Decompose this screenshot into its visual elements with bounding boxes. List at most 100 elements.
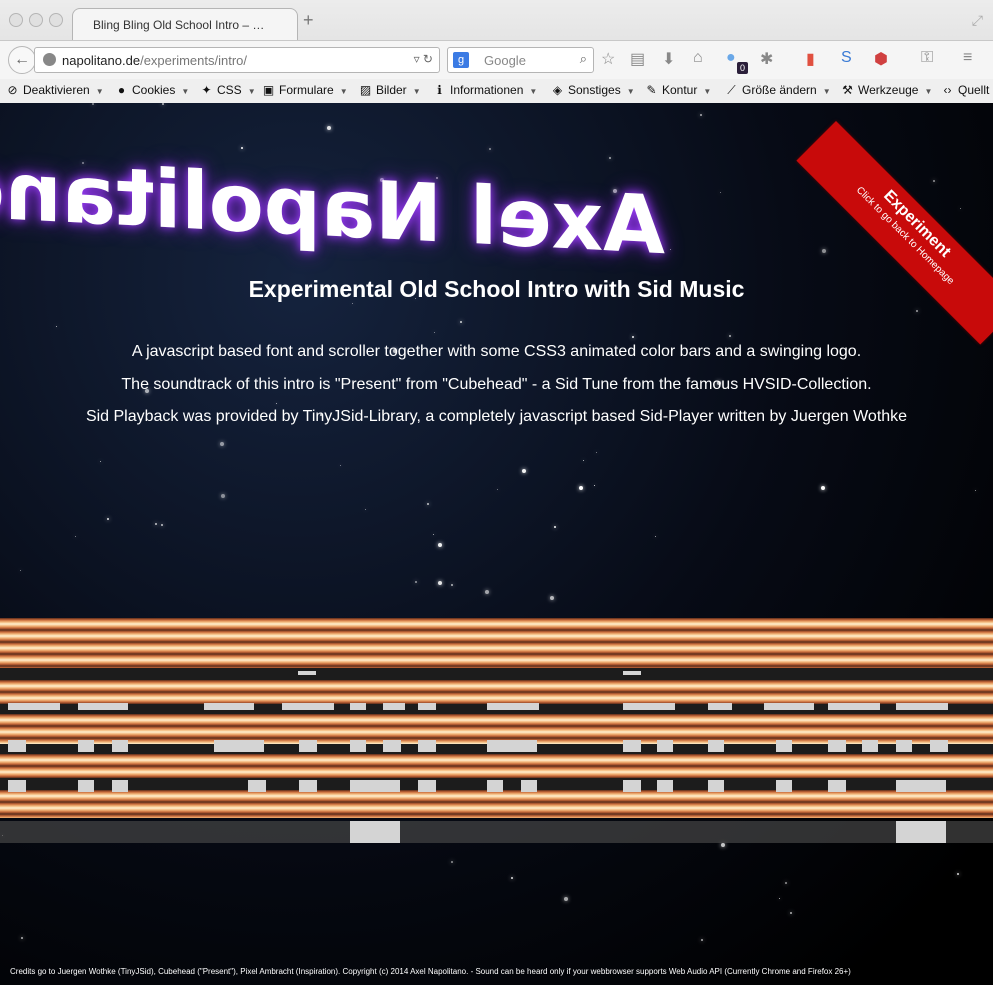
star	[327, 126, 331, 130]
font-block	[657, 780, 673, 792]
tab-active[interactable]: Bling Bling Old School Intro – …	[72, 8, 298, 41]
reload-icon[interactable]: ▿ ↻	[414, 52, 433, 66]
star	[21, 937, 23, 939]
google-icon[interactable]: g	[453, 52, 469, 68]
bm-groesse-aendern[interactable]: ⟋ Größe ändern ▼	[725, 83, 830, 98]
search-bar[interactable]: g Google ⌕	[447, 47, 594, 73]
magic-wand-icon: ✦	[201, 83, 212, 97]
home-icon[interactable]: ⌂	[693, 49, 703, 67]
fullscreen-icon[interactable]: ⤢	[972, 12, 983, 29]
color-bar	[0, 618, 993, 668]
star	[20, 570, 21, 571]
star	[583, 460, 584, 461]
new-tab-button[interactable]: +	[303, 11, 314, 29]
bm-cookies[interactable]: ● Cookies ▼	[115, 83, 189, 97]
font-block	[78, 703, 128, 710]
star	[56, 326, 57, 327]
minimize-window-button[interactable]	[29, 13, 43, 27]
font-block	[487, 740, 537, 752]
star	[276, 403, 277, 404]
star	[241, 147, 243, 149]
font-block	[214, 740, 264, 752]
font-block	[896, 780, 946, 792]
zoom-window-button[interactable]	[49, 13, 63, 27]
bookmarks-toolbar: ⊘ Deaktivieren ▼ ● Cookies ▼ ✦ CSS ▼ ▣ Formular…	[0, 79, 993, 103]
star	[100, 461, 101, 462]
font-block	[708, 780, 724, 792]
font-block	[418, 703, 436, 710]
star	[655, 536, 656, 537]
star	[609, 157, 611, 159]
star	[960, 208, 961, 209]
scroller-glyph	[350, 821, 400, 843]
addon-icon[interactable]: ▮	[806, 49, 815, 69]
s-addon-icon[interactable]: S	[841, 49, 852, 67]
star	[433, 534, 434, 535]
bm-css[interactable]: ✦ CSS ▼	[200, 83, 255, 97]
clipboard-icon: ▣	[262, 83, 275, 97]
font-block	[776, 780, 792, 792]
font-block	[708, 703, 732, 710]
font-block	[248, 780, 266, 792]
ghostery-icon[interactable]: ●	[726, 49, 736, 67]
star	[596, 452, 597, 453]
star	[594, 485, 595, 486]
font-block	[487, 780, 503, 792]
bm-deaktivieren[interactable]: ⊘ Deaktivieren ▼	[6, 83, 103, 97]
url-bar[interactable]: napolitano.de/experiments/intro/ ▿ ↻	[34, 47, 440, 73]
menu-icon[interactable]: ≡	[963, 49, 972, 67]
font-block	[828, 703, 880, 710]
font-block	[828, 780, 846, 792]
swinging-logo: Axel Napolitano	[0, 141, 665, 273]
adblock-icon[interactable]: ⬢	[874, 49, 888, 69]
bookmarks-menu-icon[interactable]: ▤	[630, 49, 645, 69]
font-block	[112, 740, 128, 752]
star	[162, 103, 164, 105]
font-block	[487, 703, 539, 710]
wrench-icon: ⚒	[842, 83, 853, 97]
font-block	[8, 780, 26, 792]
font-block	[299, 740, 317, 752]
star	[975, 490, 976, 491]
search-placeholder: Google	[484, 53, 526, 68]
bm-sonstiges[interactable]: ◈ Sonstiges ▼	[551, 83, 635, 97]
font-block	[298, 671, 316, 675]
back-button[interactable]: ←	[8, 46, 36, 74]
font-block	[112, 780, 128, 792]
star	[485, 590, 489, 594]
star	[550, 596, 554, 600]
experiment-ribbon[interactable]: Experiment Click to go back to Homepage	[796, 121, 993, 345]
font-block	[657, 740, 673, 752]
bm-werkzeuge[interactable]: ⚒ Werkzeuge ▼	[841, 83, 932, 97]
search-icon[interactable]: ⌕	[580, 51, 587, 67]
font-block	[623, 703, 675, 710]
star	[340, 465, 341, 466]
star	[365, 509, 366, 510]
star	[511, 877, 513, 879]
star	[821, 486, 825, 490]
font-block	[8, 703, 60, 710]
star	[790, 912, 792, 914]
font-block	[204, 703, 254, 710]
bm-quelltext[interactable]: ‹› Quellt	[941, 83, 990, 97]
downloads-icon[interactable]: ⬇	[662, 49, 675, 69]
star	[579, 486, 583, 490]
star	[438, 543, 442, 547]
bm-bilder[interactable]: ▨ Bilder ▼	[359, 83, 421, 97]
font-block	[383, 703, 405, 710]
star	[107, 518, 109, 520]
close-window-button[interactable]	[9, 13, 23, 27]
bm-formulare[interactable]: ▣ Formulare ▼	[262, 83, 348, 97]
star	[933, 180, 935, 182]
bookmark-star-icon[interactable]: ☆	[601, 49, 615, 69]
scroller-glyph	[896, 821, 946, 843]
title-bar: Bling Bling Old School Intro – … + ⤢	[0, 0, 993, 41]
bm-kontur[interactable]: ✎ Kontur ▼	[645, 83, 711, 97]
bm-informationen[interactable]: ℹ Informationen ▼	[433, 83, 537, 97]
font-block	[828, 740, 846, 752]
extension-icon[interactable]: ✱	[760, 49, 773, 69]
pencil-icon: ✎	[646, 83, 657, 97]
star	[75, 536, 76, 537]
key-icon[interactable]: ⚿	[921, 49, 933, 67]
star	[415, 581, 417, 583]
